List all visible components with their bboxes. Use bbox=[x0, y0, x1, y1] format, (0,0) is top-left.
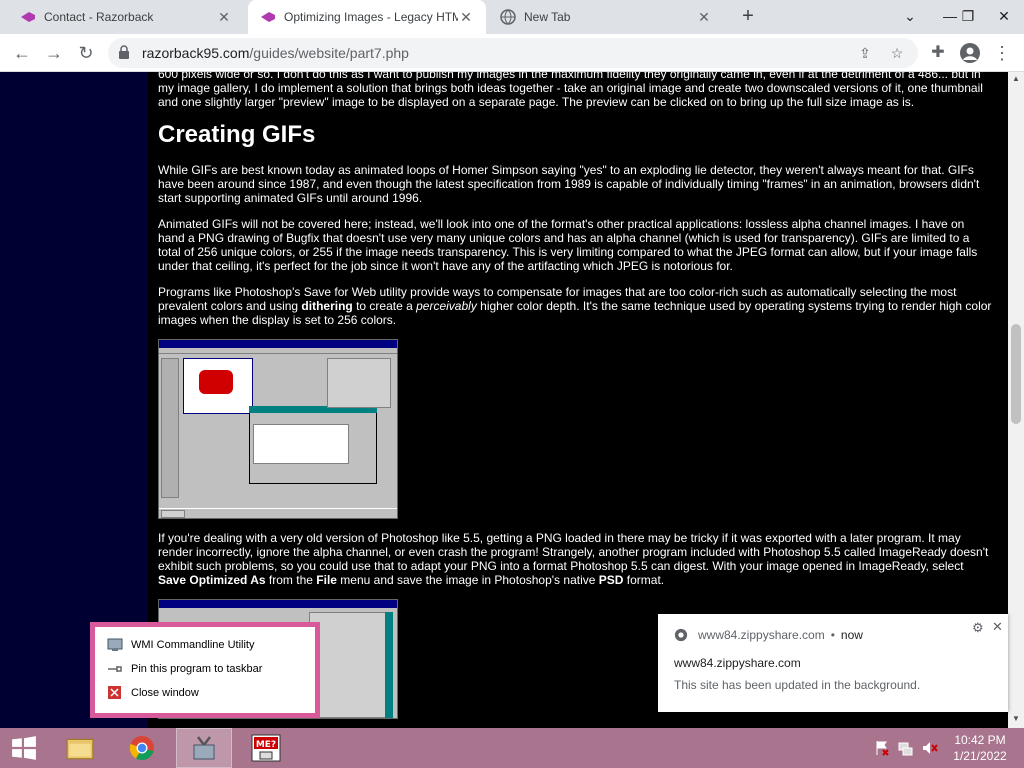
globe-icon bbox=[500, 9, 516, 25]
volume-muted-icon[interactable] bbox=[922, 740, 938, 756]
windows-logo-icon bbox=[12, 736, 36, 760]
jumplist-item-wmi[interactable]: WMI Commandline Utility bbox=[95, 633, 315, 657]
heading-creating-gifs: Creating GIFs bbox=[158, 121, 316, 148]
address-bar[interactable]: razorback95.com/guides/website/part7.php… bbox=[108, 38, 918, 68]
close-window-button[interactable]: ✕ bbox=[986, 0, 1022, 34]
settings-gear-icon[interactable]: ⚙ bbox=[972, 620, 984, 636]
razorback-logo-icon bbox=[261, 12, 275, 22]
url-domain: razorback95.com bbox=[142, 45, 250, 61]
wmi-utility-icon bbox=[107, 638, 123, 651]
profile-avatar-icon[interactable] bbox=[958, 41, 982, 65]
forward-button[interactable]: → bbox=[42, 41, 66, 65]
bullet-separator: • bbox=[830, 628, 835, 642]
tab-title: Contact - Razorback bbox=[44, 10, 154, 24]
url-path: /guides/website/part7.php bbox=[249, 45, 409, 61]
start-button[interactable] bbox=[0, 728, 48, 768]
photoshop-save-as-screenshot[interactable] bbox=[158, 339, 398, 519]
paragraph-photoshop-png: If you're dealing with a very old versio… bbox=[158, 531, 989, 587]
svg-text:ME?: ME? bbox=[256, 740, 276, 750]
bookmark-star-icon[interactable]: ☆ bbox=[888, 45, 906, 63]
taskbar: ME? 10:42 PM 1/21/2022 bbox=[0, 728, 1024, 768]
new-tab-button[interactable]: + bbox=[738, 6, 758, 28]
tab-optimizing-images[interactable]: Optimizing Images - Legacy HTML T ✕ bbox=[248, 0, 486, 34]
share-icon[interactable]: ⇪ bbox=[856, 45, 874, 63]
network-icon[interactable] bbox=[898, 740, 914, 756]
razorback-logo-icon bbox=[21, 12, 35, 22]
notification-source: www84.zippyshare.com bbox=[698, 628, 825, 642]
scrollbar-thumb[interactable] bbox=[1011, 324, 1021, 424]
chrome-icon bbox=[674, 628, 688, 642]
jumplist-item-close[interactable]: Close window bbox=[95, 681, 315, 705]
mep-app-icon: ME? bbox=[251, 734, 281, 762]
browser-toolbar: ← → ↻ razorback95.com/guides/website/par… bbox=[0, 34, 1024, 72]
tools-icon bbox=[193, 736, 215, 760]
scroll-up-arrow-icon[interactable]: ▲ bbox=[1011, 74, 1021, 84]
taskbar-jump-list: WMI Commandline Utility Pin this program… bbox=[90, 622, 320, 718]
paragraph-gif-history: While GIFs are best known today as anima… bbox=[158, 163, 980, 205]
lock-icon bbox=[119, 45, 129, 59]
tab-title: New Tab bbox=[524, 10, 571, 24]
close-icon[interactable]: ✕ bbox=[696, 9, 712, 26]
jumplist-label: Close window bbox=[131, 687, 199, 699]
mep-taskbar-button[interactable]: ME? bbox=[238, 728, 294, 768]
wmi-taskbar-button[interactable] bbox=[176, 728, 232, 768]
notification-time: now bbox=[840, 628, 863, 642]
action-center-flag-icon[interactable] bbox=[874, 740, 890, 756]
notification-message: This site has been updated in the backgr… bbox=[674, 678, 921, 692]
jumplist-label: Pin this program to taskbar bbox=[131, 663, 263, 675]
reload-button[interactable]: ↻ bbox=[74, 41, 98, 65]
page-scrollbar[interactable]: ▲ ▼ bbox=[1008, 72, 1024, 728]
notification-header: www84.zippyshare.com • now bbox=[674, 628, 863, 642]
address-text: razorback95.com/guides/website/part7.php bbox=[142, 45, 409, 61]
restore-button[interactable]: ❐ bbox=[950, 0, 986, 34]
chrome-taskbar-button[interactable] bbox=[114, 728, 170, 768]
paragraph-intro-tail: 600 pixels wide or so. I don't do this a… bbox=[158, 72, 983, 109]
pin-icon bbox=[108, 666, 122, 672]
jumplist-item-pin[interactable]: Pin this program to taskbar bbox=[95, 657, 315, 681]
system-clock[interactable]: 10:42 PM 1/21/2022 bbox=[944, 732, 1016, 764]
chrome-logo-icon bbox=[129, 736, 154, 761]
tab-contact[interactable]: Contact - Razorback ✕ bbox=[8, 0, 244, 34]
folder-icon bbox=[66, 738, 94, 760]
file-explorer-button[interactable] bbox=[52, 728, 108, 768]
paragraph-dithering: Programs like Photoshop's Save for Web u… bbox=[158, 285, 992, 327]
clock-date: 1/21/2022 bbox=[953, 749, 1007, 763]
chrome-notification[interactable]: www84.zippyshare.com • now ⚙ ✕ www84.zip… bbox=[658, 614, 1008, 712]
scroll-down-arrow-icon[interactable]: ▼ bbox=[1011, 714, 1021, 724]
tab-search-chevron-icon[interactable]: ⌄ bbox=[892, 0, 928, 34]
back-button[interactable]: ← bbox=[10, 41, 34, 65]
notification-title: www84.zippyshare.com bbox=[674, 656, 801, 670]
close-icon[interactable]: ✕ bbox=[458, 9, 474, 26]
close-icon[interactable]: ✕ bbox=[992, 619, 1003, 635]
tab-strip: Contact - Razorback ✕ Optimizing Images … bbox=[0, 0, 1024, 34]
tab-new-tab[interactable]: New Tab ✕ bbox=[488, 0, 724, 34]
extensions-puzzle-icon[interactable]: ✚ bbox=[926, 41, 950, 65]
close-icon[interactable]: ✕ bbox=[216, 9, 232, 26]
close-window-icon bbox=[108, 686, 121, 699]
more-menu-icon[interactable]: ⋮ bbox=[990, 41, 1014, 65]
tab-title: Optimizing Images - Legacy HTML T bbox=[284, 10, 458, 24]
jumplist-label: WMI Commandline Utility bbox=[131, 639, 255, 651]
clock-time: 10:42 PM bbox=[954, 733, 1006, 747]
paragraph-alpha-channel: Animated GIFs will not be covered here; … bbox=[158, 217, 978, 273]
